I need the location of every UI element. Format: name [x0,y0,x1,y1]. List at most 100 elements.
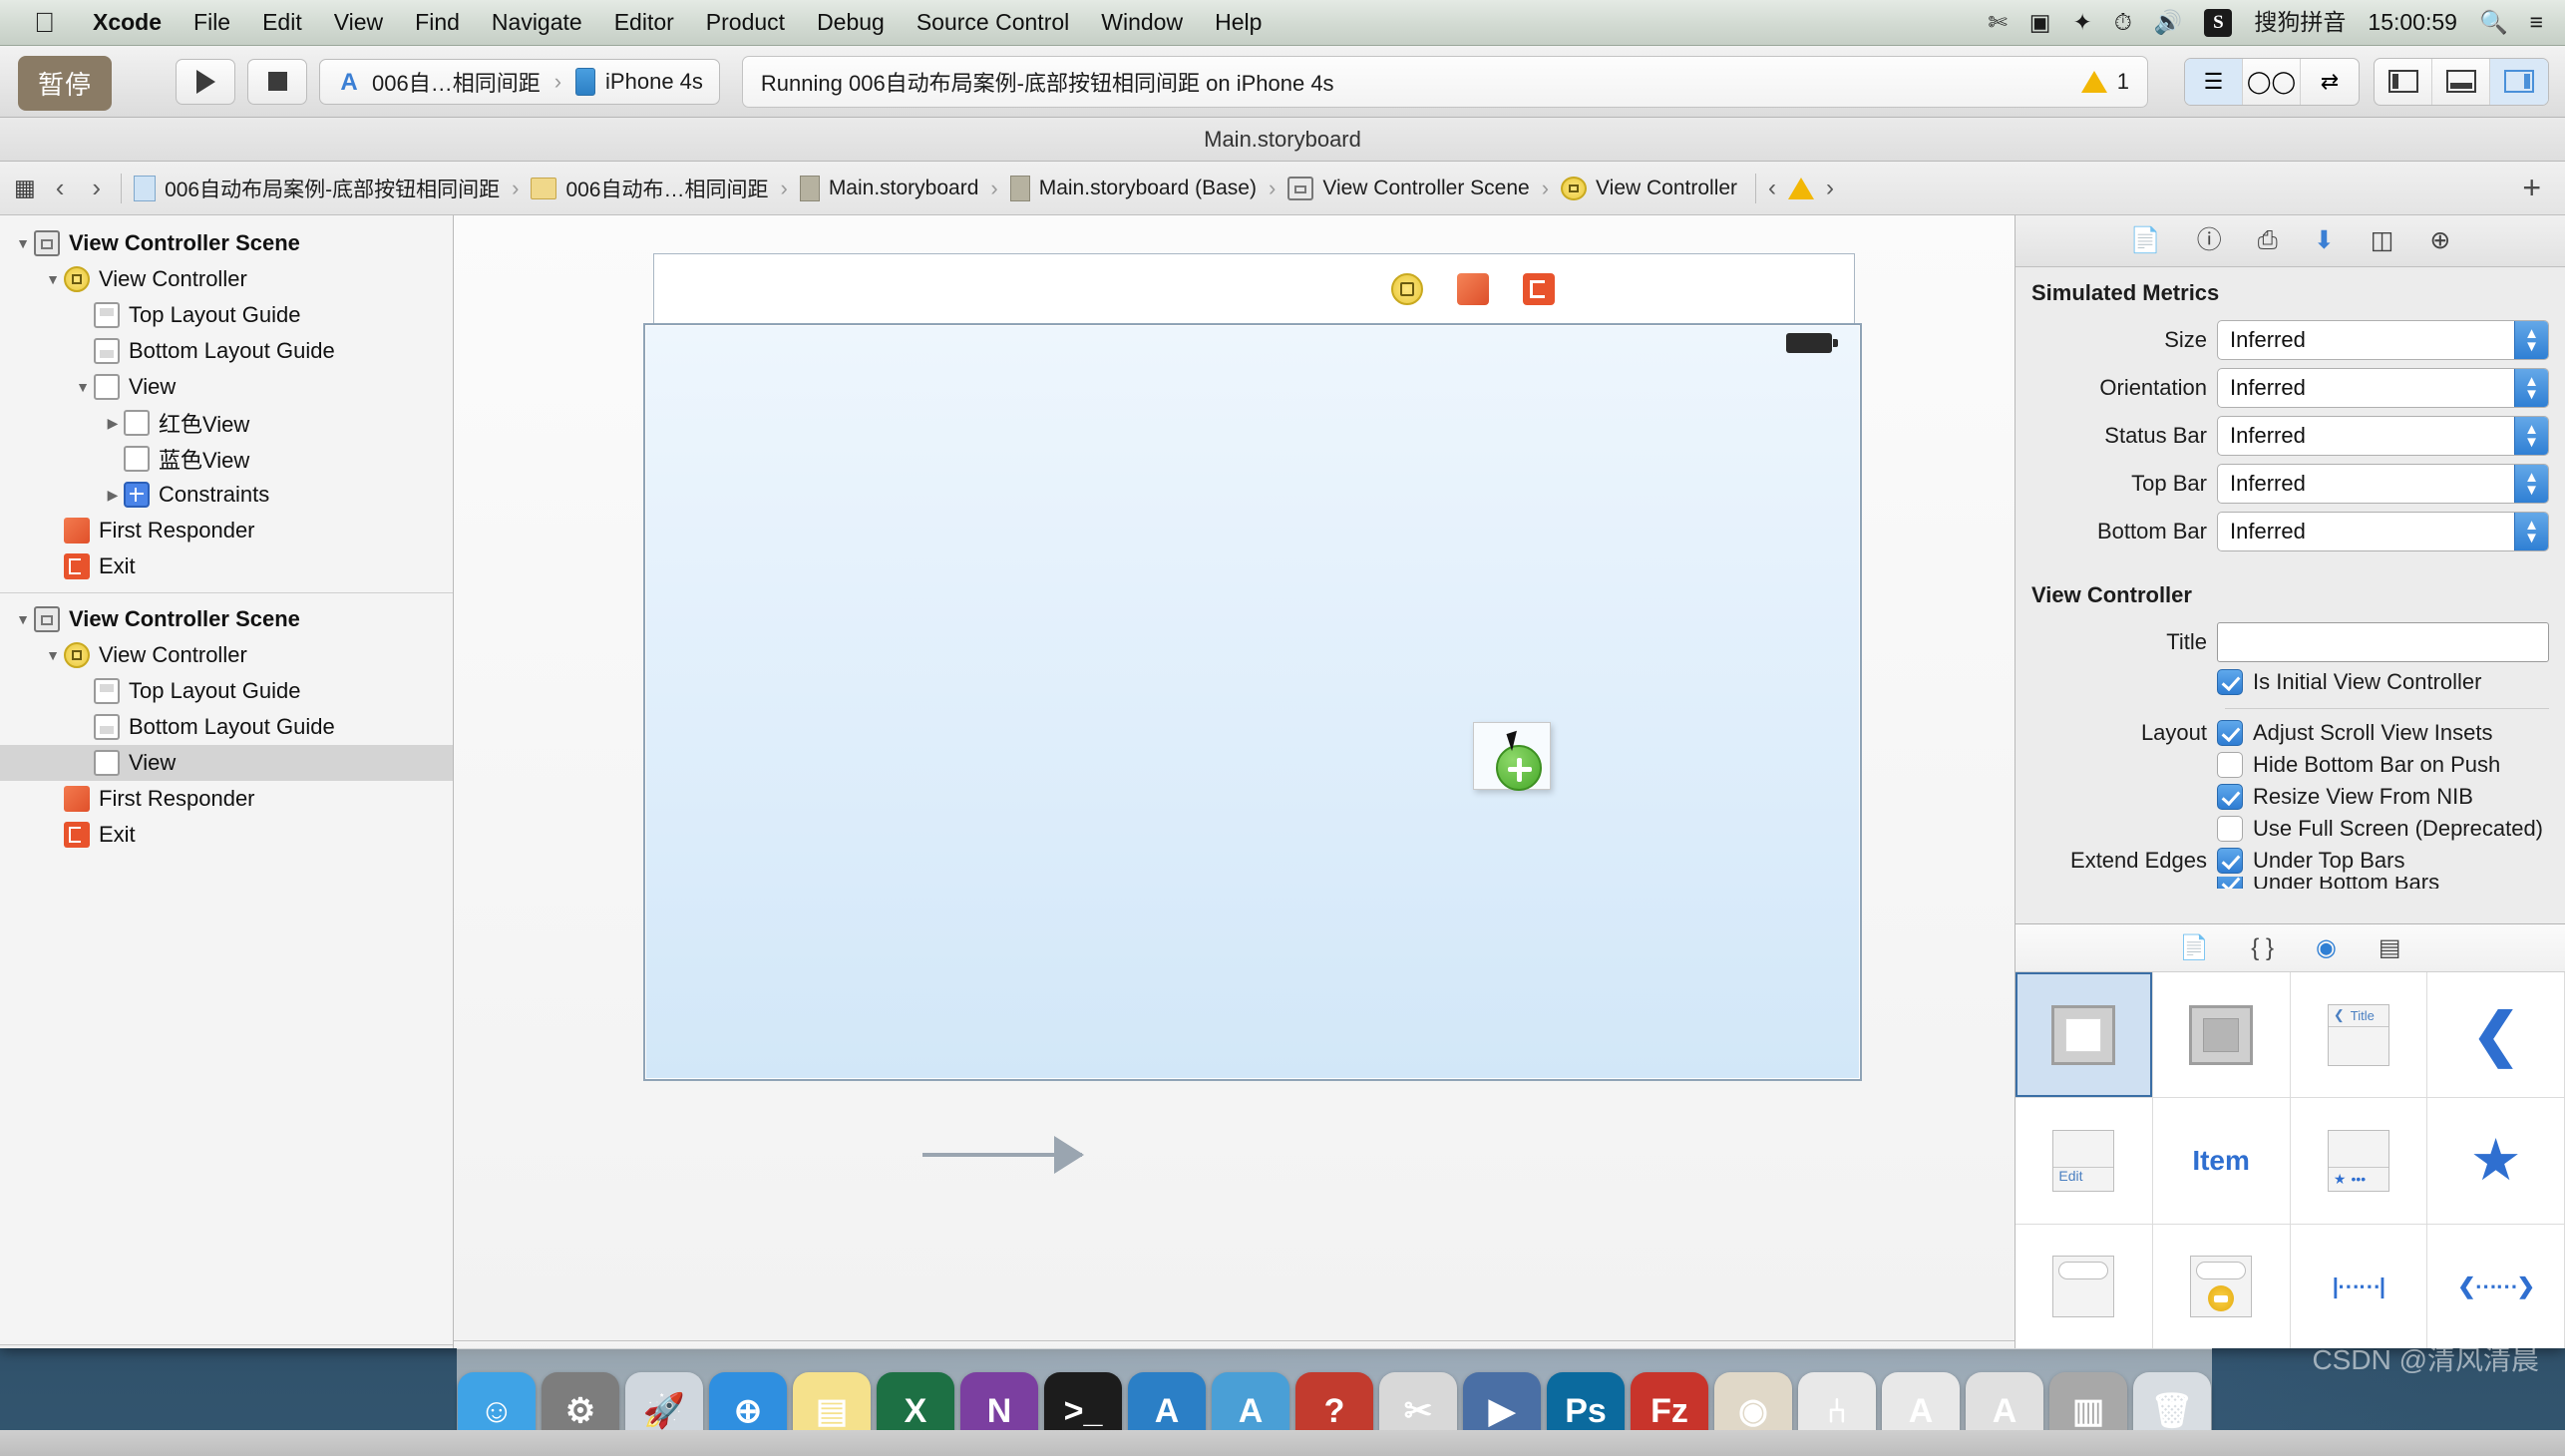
volume-icon[interactable]: 🔊 [2154,11,2183,34]
library-item-view-controller[interactable] [2015,972,2153,1099]
library-item-tab-bar-item[interactable]: ★ [2427,1098,2565,1225]
search-icon[interactable]: 🔍 [2479,11,2508,34]
stop-button[interactable] [247,58,307,105]
library-item-navigation-item[interactable]: ❮ [2427,972,2565,1099]
navigate-back-button[interactable]: ‹ [48,173,73,203]
library-item-fixed-space[interactable]: |⋯⋯| [2291,1224,2428,1348]
menu-bar-clock[interactable]: 15:00:59 [2368,9,2457,36]
simulated-device-view[interactable] [643,323,1862,1081]
outline-row[interactable]: ▼ View [0,369,453,405]
checkbox-box[interactable] [2217,816,2243,842]
library-item-flexible-space[interactable]: ❮⋯⋯❯ [2427,1224,2565,1348]
chevron-updown-icon[interactable]: ▲ ▼ [2514,321,2548,359]
breadcrumb-item-storyboard-base[interactable]: Main.storyboard (Base) [1009,175,1257,201]
chevron-updown-icon[interactable]: ▲ ▼ [2514,369,2548,407]
checkbox-resize-view-from-nib[interactable]: Resize View From NIB [2015,781,2565,813]
breadcrumb-item-folder[interactable]: 006自动布…相同间距 [531,174,768,203]
outline-row[interactable]: 蓝色View [0,441,453,477]
checkbox-box[interactable] [2217,752,2243,778]
add-editor-tab-button[interactable]: + [2522,170,2551,206]
menu-item-navigate[interactable]: Navigate [476,9,598,36]
disclosure-triangle-closed-icon[interactable]: ▶ [102,415,124,432]
outline-row[interactable]: ▶ Constraints [0,477,453,513]
menu-item-xcode[interactable]: Xcode [77,9,178,36]
outline-row[interactable]: Exit [0,817,453,853]
input-method-label[interactable]: 搜狗拼音 [2254,11,2346,34]
checkbox-use-full-screen[interactable]: Use Full Screen (Deprecated) [2015,813,2565,845]
input-method-badge[interactable]: S [2204,8,2233,37]
menu-item-help[interactable]: Help [1199,9,1278,36]
connections-inspector-icon[interactable]: ⊕ [2429,228,2450,253]
checkbox-under-bottom-bars[interactable]: Under Bottom Bars [2015,877,2565,889]
outline-row[interactable]: Top Layout Guide [0,673,453,709]
checkbox-box[interactable] [2217,848,2243,874]
next-issue-button[interactable]: › [1826,175,1834,202]
menu-item-debug[interactable]: Debug [801,9,901,36]
toggle-debug-area-icon[interactable] [2432,58,2490,105]
outline-row[interactable]: View [0,745,453,781]
checkbox-box[interactable] [2217,877,2243,889]
breadcrumb-item-view-controller[interactable]: View Controller [1561,176,1737,200]
navigate-forward-button[interactable]: › [84,173,109,203]
library-item-toolbar[interactable]: Edit [2015,1098,2153,1225]
code-snippet-library-icon[interactable]: { } [2251,935,2274,960]
bottom-bar-popup[interactable]: Inferred ▲ ▼ [2217,512,2549,551]
disclosure-triangle-closed-icon[interactable]: ▶ [102,487,124,504]
toggle-navigator-icon[interactable] [2375,58,2432,105]
apple-icon[interactable]:  [0,8,77,37]
orientation-popup[interactable]: Inferred ▲ ▼ [2217,368,2549,408]
outline-row[interactable]: ▼ View Controller Scene [0,225,453,261]
outline-row[interactable]: Bottom Layout Guide [0,709,453,745]
toggle-utilities-icon[interactable] [2490,58,2548,105]
menu-item-window[interactable]: Window [1085,9,1199,36]
previous-issue-button[interactable]: ‹ [1768,175,1776,202]
attributes-inspector-icon[interactable]: ⬇ [2314,228,2335,253]
outline-row[interactable]: Exit [0,548,453,584]
identity-inspector-icon[interactable]: ⎙ [2258,228,2278,253]
clock-icon[interactable]: ⏱ [2114,11,2132,34]
disclosure-triangle-open-icon[interactable]: ▼ [12,235,34,251]
title-input[interactable] [2217,622,2549,662]
view-controller-icon[interactable] [1391,272,1423,305]
outline-row[interactable]: ▶ 红色View [0,405,453,441]
library-item-navigation-controller[interactable]: ❮ Title [2290,972,2428,1099]
outline-row[interactable]: ▼ View Controller Scene [0,601,453,637]
exit-icon[interactable] [1523,272,1555,305]
menu-item-source-control[interactable]: Source Control [901,9,1085,36]
checkbox-is-initial-vc[interactable]: Is Initial View Controller [2015,666,2565,698]
standard-editor-icon[interactable]: ☰ [2185,58,2243,105]
version-editor-icon[interactable]: ⇄ [2301,59,2359,105]
library-object-grid[interactable]: ❮ Title ❮ Edit Item ★ ••• ★ |⋯⋯| ❮⋯⋯❯ [2015,972,2565,1348]
menu-item-view[interactable]: View [318,9,399,36]
checkbox-under-top-bars[interactable]: Extend Edges Under Top Bars [2015,845,2565,877]
outline-row[interactable]: First Responder [0,781,453,817]
library-item-container-view-controller[interactable] [2152,972,2291,1099]
status-bar-popup[interactable]: Inferred ▲ ▼ [2217,416,2549,456]
library-item-search-bar[interactable] [2015,1224,2153,1348]
first-responder-icon[interactable] [1457,272,1489,305]
outline-row[interactable]: Top Layout Guide [0,297,453,333]
menu-item-edit[interactable]: Edit [246,9,318,36]
outline-tree[interactable]: ▼ View Controller Scene ▼ View Controller To… [0,215,453,1344]
checkbox-adjust-scroll-view-insets[interactable]: Layout Adjust Scroll View Insets [2015,717,2565,749]
outline-row[interactable]: First Responder [0,513,453,548]
scissors-icon[interactable]: ✄ [1989,11,2008,34]
checkbox-box[interactable] [2217,784,2243,810]
size-popup[interactable]: Inferred ▲ ▼ [2217,320,2549,360]
disclosure-triangle-open-icon[interactable]: ▼ [42,647,64,663]
menu-item-editor[interactable]: Editor [598,9,690,36]
breadcrumb-item-scene[interactable]: View Controller Scene [1287,176,1530,200]
library-item-search-display-controller[interactable] [2153,1224,2291,1348]
disclosure-triangle-open-icon[interactable]: ▼ [12,611,34,627]
assistant-editor-icon[interactable]: ◯◯ [2243,58,2301,105]
chevron-updown-icon[interactable]: ▲ ▼ [2514,417,2548,455]
checkbox-box[interactable] [2217,720,2243,746]
breadcrumb-item-storyboard[interactable]: Main.storyboard [799,175,978,201]
chevron-updown-icon[interactable]: ▲ ▼ [2514,465,2548,503]
bluetooth-icon[interactable]: ✦ [2073,11,2092,34]
checkbox-box[interactable] [2217,669,2243,695]
top-bar-popup[interactable]: Inferred ▲ ▼ [2217,464,2549,504]
menu-item-product[interactable]: Product [690,9,801,36]
file-inspector-icon[interactable]: 📄 [2130,228,2161,253]
library-item-tab-bar[interactable]: ★ ••• [2290,1098,2428,1225]
